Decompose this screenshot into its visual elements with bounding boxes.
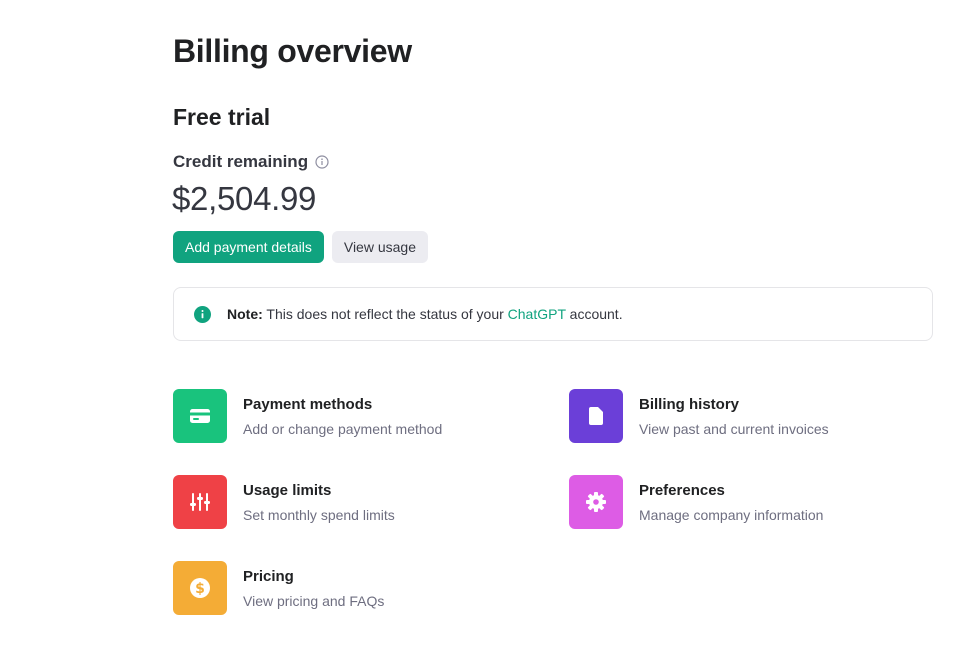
credit-label: Credit remaining <box>173 152 309 171</box>
credit-amount: $2,504.99 <box>172 180 317 217</box>
info-icon[interactable] <box>315 155 329 169</box>
note-label: Note: <box>227 306 263 322</box>
card-title: Usage limits <box>243 482 332 499</box>
billing-actions: Add payment details View usage <box>173 231 428 263</box>
gear-icon <box>569 475 623 529</box>
card-pricing[interactable]: $ Pricing View pricing and FAQs <box>173 561 384 615</box>
document-icon <box>569 389 623 443</box>
note-text-after: account. <box>565 306 623 322</box>
card-subtitle: View past and current invoices <box>639 421 829 437</box>
dollar-coin-icon: $ <box>173 561 227 615</box>
credit-card-icon <box>173 389 227 443</box>
card-subtitle: Manage company information <box>639 507 824 523</box>
card-title: Payment methods <box>243 396 373 413</box>
sliders-icon <box>173 475 227 529</box>
card-subtitle: Add or change payment method <box>243 421 443 437</box>
chatgpt-link[interactable]: ChatGPT <box>508 306 566 322</box>
card-usage-limits[interactable]: Usage limits Set monthly spend limits <box>173 475 395 529</box>
credit-label-row: Credit remaining <box>173 152 329 172</box>
info-filled-icon <box>194 305 211 323</box>
card-payment-methods[interactable]: Payment methods Add or change payment me… <box>173 389 442 443</box>
card-title: Preferences <box>639 482 725 499</box>
note-text-before: This does not reflect the status of your <box>262 306 508 322</box>
add-payment-details-button[interactable]: Add payment details <box>173 231 324 263</box>
card-billing-history[interactable]: Billing history View past and current in… <box>569 389 829 443</box>
svg-text:$: $ <box>195 581 205 597</box>
card-subtitle: View pricing and FAQs <box>243 593 385 609</box>
plan-title: Free trial <box>173 104 271 130</box>
card-title: Pricing <box>243 568 294 585</box>
view-usage-button[interactable]: View usage <box>331 231 428 263</box>
card-preferences[interactable]: Preferences Manage company information <box>569 475 823 529</box>
note-banner: Note: This does not reflect the status o… <box>173 287 933 341</box>
page-title: Billing overview <box>173 33 412 69</box>
card-title: Billing history <box>639 396 740 413</box>
card-subtitle: Set monthly spend limits <box>243 507 395 523</box>
note-text: Note: This does not reflect the status o… <box>227 306 623 322</box>
